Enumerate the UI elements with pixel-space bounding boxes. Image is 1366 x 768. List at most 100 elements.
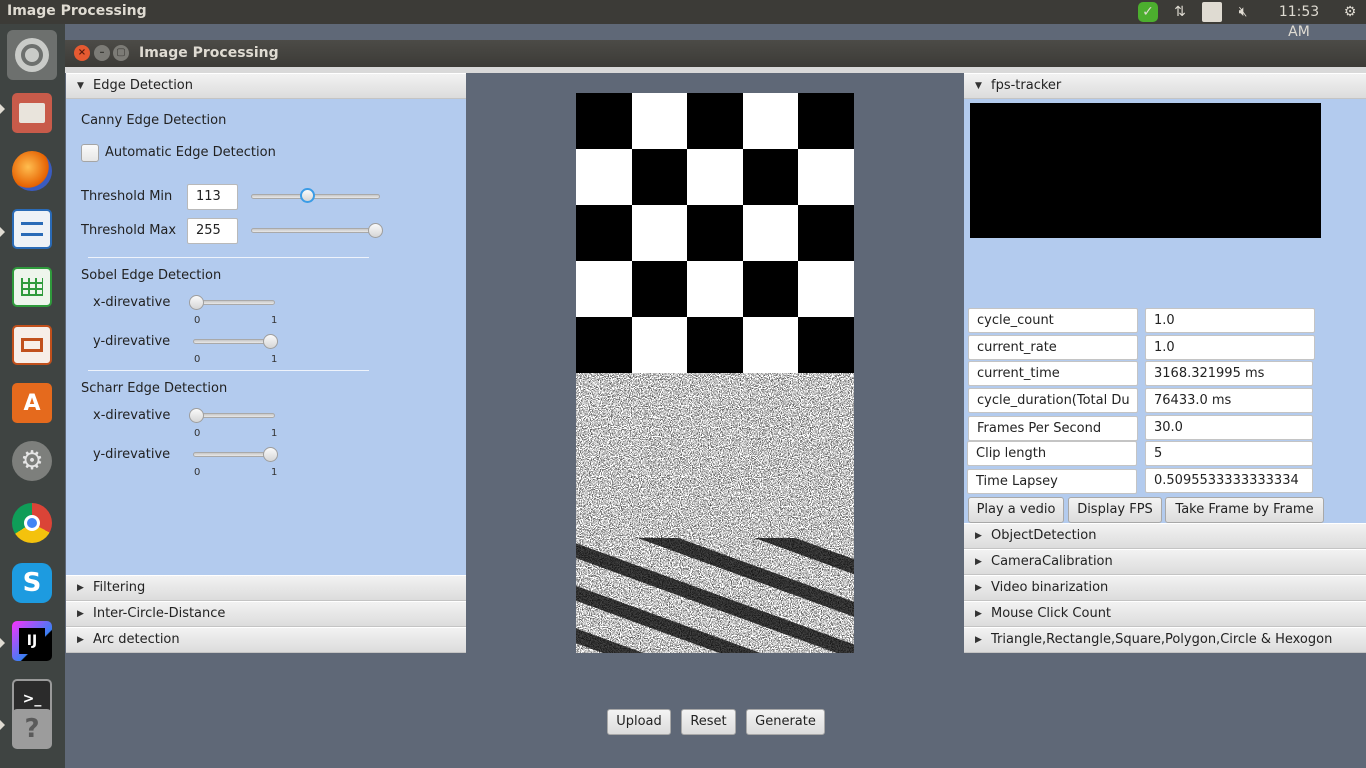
network-arrows-icon[interactable]: ⇅ [1170,2,1190,22]
checker-cell [687,261,743,317]
kv-value[interactable]: 1.0 [1145,335,1315,360]
display-fps-button[interactable]: Display FPS [1068,497,1162,523]
section-label: Triangle,Rectangle,Square,Polygon,Circle… [991,632,1333,647]
impress-icon[interactable] [7,320,57,370]
checker-cell [687,317,743,373]
section-filtering-header[interactable]: ▶ Filtering [66,575,466,601]
kv-value[interactable]: 3168.321995 ms [1145,361,1313,386]
sobel-x-tick-min: 0 [194,315,201,326]
scharr-x-tick-max: 1 [271,428,278,439]
section-label: CameraCalibration [991,554,1113,569]
scharr-y-label: y-direvative [93,447,171,462]
section-camera-calibration-header[interactable]: ▶ CameraCalibration [964,549,1366,575]
section-label: Inter-Circle-Distance [93,606,226,621]
upload-button[interactable]: Upload [607,709,671,735]
writer-icon[interactable] [7,204,57,254]
edge-noise-image [576,373,854,653]
threshold-min-slider-track[interactable] [251,194,380,199]
software-center-icon[interactable]: A [7,378,57,428]
play-video-button[interactable]: Play a vedio [968,497,1064,523]
checker-cell [742,261,799,317]
running-indicator [0,227,5,237]
sobel-x-slider-track[interactable] [193,300,275,305]
section-inter-circle-distance-header[interactable]: ▶ Inter-Circle-Distance [66,601,466,627]
section-label: Filtering [93,580,146,595]
checker-cell [798,149,854,205]
sobel-x-tick-max: 1 [271,315,278,326]
files-icon[interactable] [7,88,57,138]
help-icon[interactable]: ? [7,704,57,754]
shield-check-icon[interactable]: ✓ [1138,2,1158,22]
kv-value[interactable]: 76433.0 ms [1145,388,1313,413]
firefox-icon[interactable] [7,146,57,196]
checker-cell [576,149,632,205]
automatic-edge-checkbox[interactable] [81,144,99,162]
section-mouse-click-count-header[interactable]: ▶ Mouse Click Count [964,601,1366,627]
ubuntu-dash-icon[interactable] [7,30,57,80]
sobel-x-label: x-direvative [93,295,171,310]
section-edge-detection-header[interactable]: ▼ Edge Detection [66,73,466,99]
checker-cell [798,261,854,317]
take-frame-button[interactable]: Take Frame by Frame [1165,497,1324,523]
threshold-max-field[interactable]: 255 [187,218,238,244]
section-label: Video binarization [991,580,1109,595]
scharr-x-slider-track[interactable] [193,413,275,418]
window-titlebar[interactable]: × – ▢ Image Processing [65,40,1366,67]
kv-value[interactable]: 5 [1145,441,1313,466]
checker-cell [631,93,688,149]
sobel-y-slider-thumb[interactable] [263,334,278,349]
minimize-icon[interactable]: – [94,45,110,61]
system-settings-icon[interactable]: ⚙ [7,436,57,486]
scharr-y-slider-thumb[interactable] [263,447,278,462]
volume-muted-icon[interactable]: 🔇︎ [1232,2,1254,22]
scharr-x-slider-thumb[interactable] [189,408,204,423]
section-object-detection-header[interactable]: ▶ ObjectDetection [964,523,1366,549]
skype-icon[interactable]: S [7,558,57,608]
kv-key: Frames Per Second [968,416,1138,441]
right-accordion: ▼ fps-tracker cycle_count 1.0 current_ra… [964,73,1366,653]
system-gear-icon[interactable]: ⚙ [1340,2,1360,22]
maximize-icon[interactable]: ▢ [113,45,129,61]
clock[interactable]: 11:53 AM [1266,2,1332,40]
launcher-dock: A ⚙ S IJ >_ ? [0,24,65,768]
close-icon[interactable]: × [74,45,90,61]
scharr-y-tick-max: 1 [271,467,278,478]
section-label: Arc detection [93,632,180,647]
collapsed-arrow-icon: ▶ [975,583,982,593]
fps-video-canvas [970,103,1321,238]
kv-key: cycle_count [968,308,1138,333]
section-shapes-header[interactable]: ▶ Triangle,Rectangle,Square,Polygon,Circ… [964,627,1366,653]
expanded-arrow-icon: ▼ [77,81,84,91]
kv-value[interactable]: 30.0 [1145,415,1313,440]
collapsed-arrow-icon: ▶ [975,531,982,541]
section-arc-detection-header[interactable]: ▶ Arc detection [66,627,466,653]
collapsed-arrow-icon: ▶ [975,635,982,645]
intellij-icon[interactable]: IJ [7,616,57,666]
reset-button[interactable]: Reset [681,709,736,735]
checker-cell [742,317,799,373]
checker-cell [798,93,854,149]
threshold-min-slider-thumb[interactable] [300,188,316,203]
running-indicator [0,104,5,114]
running-indicator [0,720,5,730]
sobel-x-slider-thumb[interactable] [189,295,204,310]
scharr-title: Scharr Edge Detection [81,381,228,396]
chrome-icon[interactable] [7,498,57,548]
kv-key: cycle_duration(Total Du [968,388,1138,413]
kv-value[interactable]: 1.0 [1145,308,1315,333]
keyboard-language-indicator[interactable]: En [1202,2,1222,22]
section-fps-tracker-header[interactable]: ▼ fps-tracker [964,73,1366,99]
checkerboard-image [576,93,854,373]
generate-button[interactable]: Generate [746,709,825,735]
threshold-min-field[interactable]: 113 [187,184,238,210]
system-top-bar: Image Processing ✓ ⇅ En 🔇︎ 11:53 AM ⚙ [0,0,1366,40]
checker-cell [742,93,799,149]
sobel-title: Sobel Edge Detection [81,268,222,283]
threshold-max-slider-track[interactable] [251,228,380,233]
edge-detection-pane: Canny Edge Detection Automatic Edge Dete… [66,99,466,575]
kv-value[interactable]: 0.5095533333333334 [1145,468,1313,493]
checker-cell [631,317,688,373]
section-video-binarization-header[interactable]: ▶ Video binarization [964,575,1366,601]
calc-icon[interactable] [7,262,57,312]
threshold-max-slider-thumb[interactable] [368,223,383,238]
